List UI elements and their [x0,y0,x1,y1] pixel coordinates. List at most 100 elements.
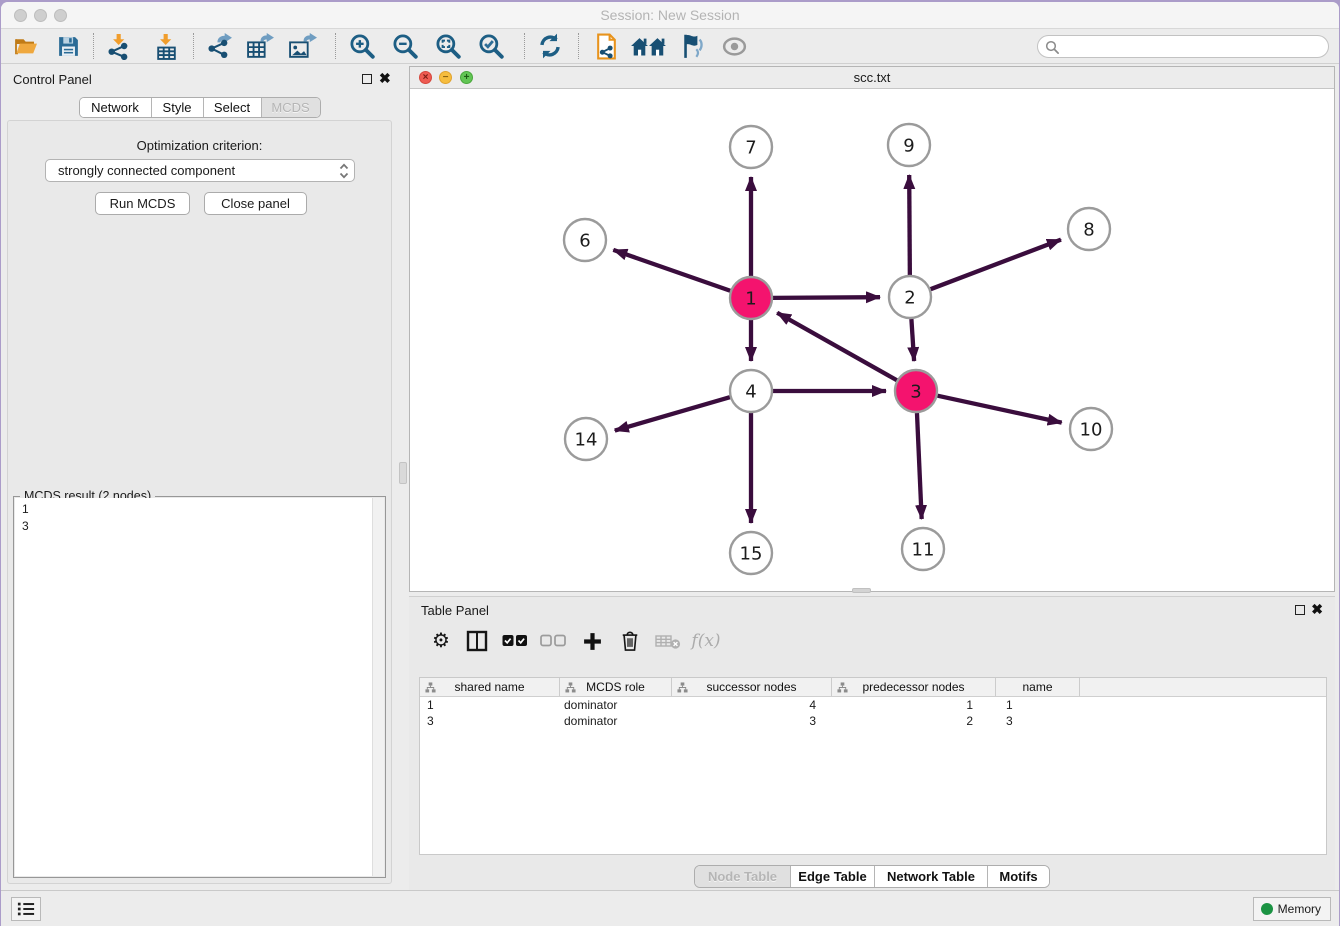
table-cell[interactable]: 2 [832,713,996,729]
table-cell[interactable]: 1 [420,697,560,713]
graph-node-10[interactable]: 10 [1070,408,1112,450]
tab-select[interactable]: Select [204,98,262,117]
edge-4-14[interactable] [615,397,730,430]
hierarchy-icon [425,682,436,693]
result-scrollbar[interactable] [372,498,384,876]
table-row[interactable]: 1dominator411 [420,697,1326,713]
clone-network-icon[interactable] [591,31,621,61]
import-network-icon[interactable] [104,31,134,61]
zoom-in-icon[interactable] [347,31,377,61]
edge-3-11[interactable] [917,413,922,519]
toolbar-separator [93,33,94,59]
graph-node-11[interactable]: 11 [902,528,944,570]
table-cell[interactable]: dominator [560,713,672,729]
tab-motifs[interactable]: Motifs [988,866,1049,887]
settings-gear-icon[interactable]: ⚙ [426,626,456,656]
table-cell[interactable]: 4 [672,697,832,713]
control-panel: Control Panel ✖ NetworkStyleSelectMCDS O… [1,66,398,890]
graph-node-7[interactable]: 7 [730,126,772,168]
graph-node-3[interactable]: 3 [895,370,937,412]
select-all-icon[interactable] [500,626,530,656]
table-cell[interactable]: 3 [672,713,832,729]
column-header-successor-nodes[interactable]: successor nodes [672,678,832,696]
graph-node-9[interactable]: 9 [888,124,930,166]
memory-button[interactable]: Memory [1253,897,1331,921]
graph-node-2[interactable]: 2 [889,276,931,318]
task-history-button[interactable] [11,897,41,921]
close-panel-icon[interactable]: ✖ [379,72,391,84]
add-row-icon[interactable] [577,626,607,656]
import-table-icon[interactable] [151,31,181,61]
hierarchy-icon [677,682,688,693]
horizontal-splitter-handle[interactable] [852,588,871,593]
tab-network[interactable]: Network [80,98,152,117]
edge-2-8[interactable] [931,240,1061,290]
vertical-splitter-handle[interactable] [399,462,407,484]
table-panel-title: Table Panel [421,603,489,618]
node-label: 4 [745,382,756,403]
save-icon[interactable] [53,31,83,61]
refresh-icon[interactable] [535,31,565,61]
graph-node-14[interactable]: 14 [565,418,607,460]
column-header-predecessor-nodes[interactable]: predecessor nodes [832,678,996,696]
deselect-all-icon[interactable] [538,626,568,656]
graph-node-8[interactable]: 8 [1068,208,1110,250]
graphics-details-icon[interactable] [677,31,707,61]
float-table-panel-icon[interactable] [1295,605,1305,615]
network-canvas[interactable]: 7 9 6 8 1 2 4 3 14 10 15 11 [410,89,1334,591]
tab-network-table[interactable]: Network Table [875,866,988,887]
criterion-selected-value: strongly connected component [58,163,235,178]
edge-1-2[interactable] [773,297,880,298]
run-mcds-button[interactable]: Run MCDS [95,192,190,215]
close-table-panel-icon[interactable]: ✖ [1311,603,1323,615]
graph-node-4[interactable]: 4 [730,370,772,412]
table-cell[interactable]: 1 [996,697,1080,713]
edge-3-10[interactable] [937,396,1061,423]
column-header-shared-name[interactable]: shared name [420,678,560,696]
edge-1-6[interactable] [613,250,730,291]
zoom-fit-icon[interactable] [433,31,463,61]
table-toolbar: ⚙ [419,623,1325,661]
table-cell[interactable]: 3 [996,713,1080,729]
function-icon[interactable]: f(x) [691,626,721,656]
export-table-icon[interactable] [245,31,275,61]
network-graph[interactable]: 7 9 6 8 1 2 4 3 14 10 15 11 [410,89,1334,592]
delete-table-icon[interactable] [653,626,683,656]
birds-eye-icon[interactable] [719,31,749,61]
edge-3-1[interactable] [777,313,897,380]
table-row[interactable]: 3dominator323 [420,713,1326,729]
graph-node-15[interactable]: 15 [730,532,772,574]
main-toolbar [1,29,1339,64]
node-label: 9 [903,136,914,157]
float-panel-icon[interactable] [362,74,372,84]
tab-mcds[interactable]: MCDS [262,98,320,117]
memory-label: Memory [1278,902,1321,916]
tab-edge-table[interactable]: Edge Table [791,866,875,887]
home-icon[interactable] [629,31,669,61]
status-bar: Memory [1,890,1339,926]
criterion-select[interactable]: strongly connected component [45,159,355,182]
column-header-MCDS-role[interactable]: MCDS role [560,678,672,696]
node-table[interactable]: shared nameMCDS rolesuccessor nodesprede… [419,677,1327,855]
zoom-selected-icon[interactable] [476,31,506,61]
table-cell[interactable]: 1 [832,697,996,713]
column-header-name[interactable]: name [996,678,1080,696]
table-cell[interactable]: 3 [420,713,560,729]
tab-node-table[interactable]: Node Table [695,866,791,887]
edge-2-3[interactable] [911,319,914,361]
zoom-out-icon[interactable] [390,31,420,61]
mcds-result-list[interactable]: 13 [15,498,372,876]
table-panel-tabs: Node TableEdge TableNetwork TableMotifs [409,865,1335,888]
export-image-icon[interactable] [287,31,317,61]
tab-style[interactable]: Style [152,98,204,117]
graph-node-6[interactable]: 6 [564,219,606,261]
delete-row-icon[interactable] [615,626,645,656]
graph-node-1[interactable]: 1 [730,277,772,319]
close-panel-button[interactable]: Close panel [204,192,307,215]
open-folder-icon[interactable] [11,31,41,61]
export-network-icon[interactable] [204,31,234,61]
search-input[interactable] [1062,37,1320,56]
edge-2-9[interactable] [909,175,910,275]
columns-icon[interactable] [462,626,492,656]
table-cell[interactable]: dominator [560,697,672,713]
